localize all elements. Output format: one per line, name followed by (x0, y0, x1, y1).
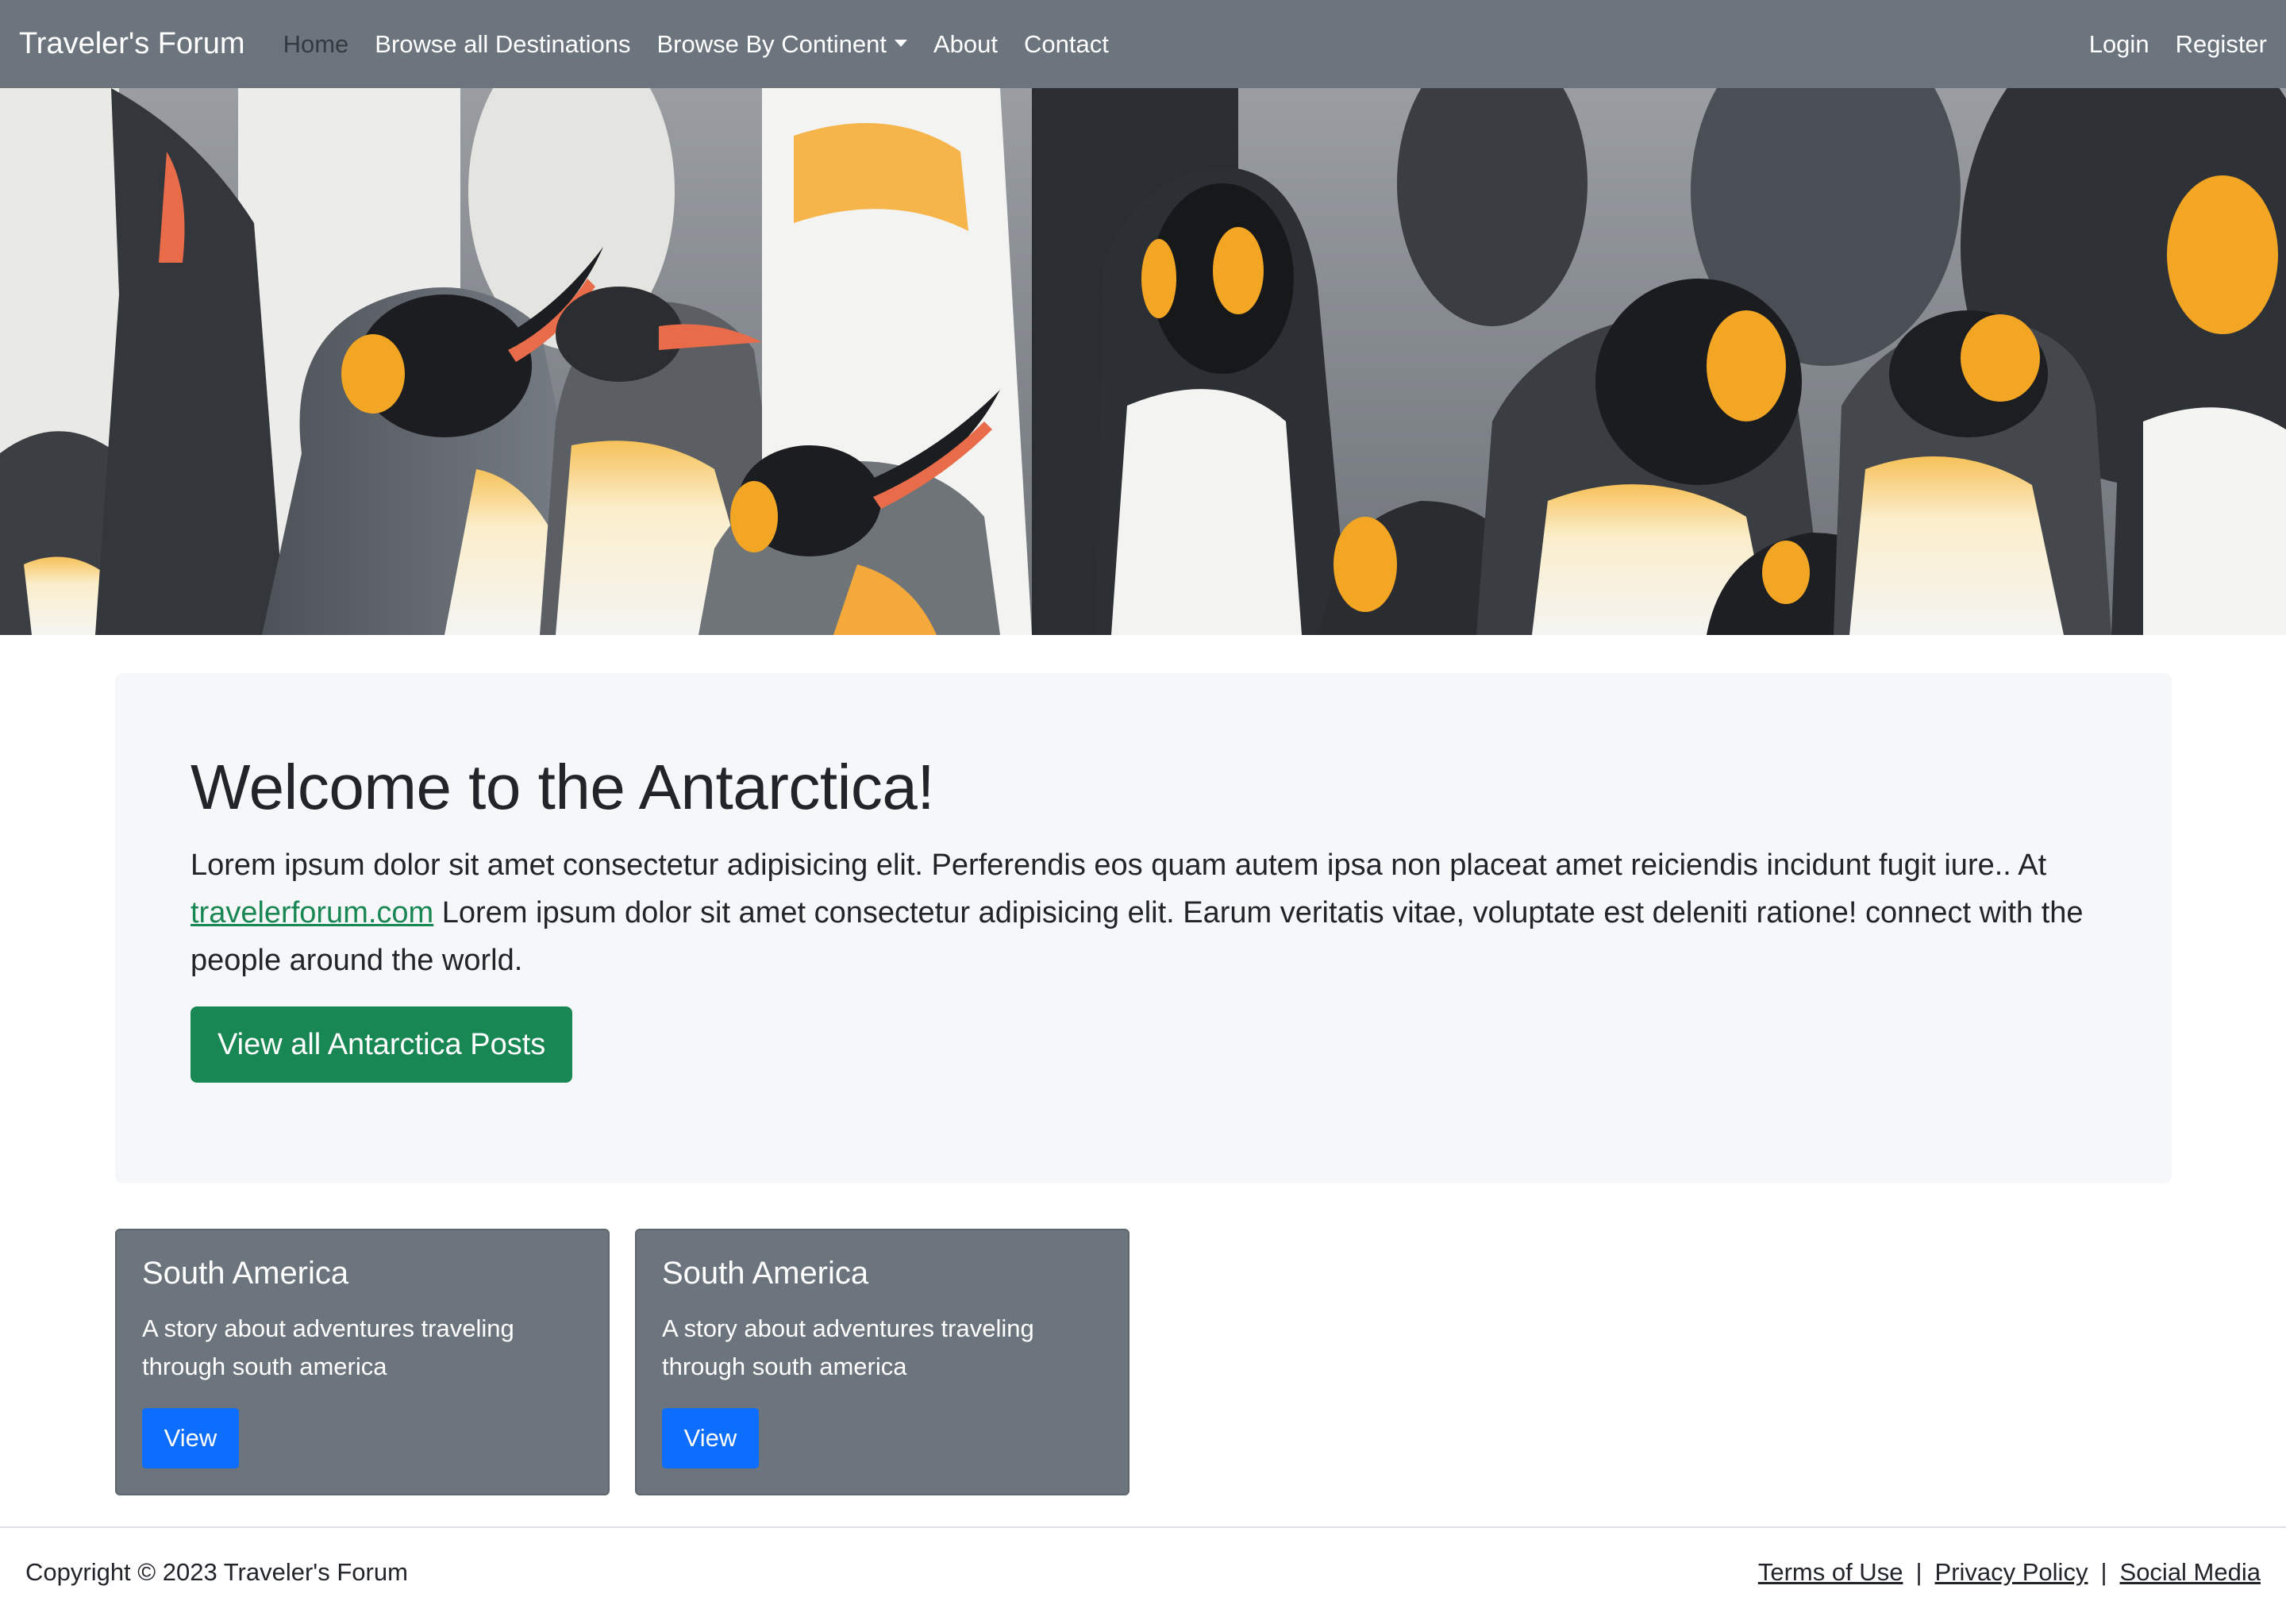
footer-divider (0, 1526, 2286, 1528)
privacy-policy-link[interactable]: Privacy Policy (1935, 1558, 2088, 1587)
footer-separator: | (2100, 1558, 2107, 1586)
card-title: South America (142, 1256, 349, 1291)
login-link[interactable]: Login (2089, 30, 2149, 59)
nav-link-home[interactable]: Home (283, 30, 349, 59)
welcome-text-part2: Lorem ipsum dolor sit amet consectetur a… (190, 896, 2084, 977)
card-title: South America (662, 1256, 869, 1291)
footer-links: Terms of Use | Privacy Policy | Social M… (1758, 1558, 2261, 1587)
social-media-link[interactable]: Social Media (2120, 1558, 2261, 1587)
card-view-button[interactable]: View (662, 1408, 759, 1468)
nav-dropdown-continent-label: Browse By Continent (656, 29, 887, 58)
view-antarctica-posts-button[interactable]: View all Antarctica Posts (190, 1006, 573, 1083)
nav-link-contact[interactable]: Contact (1024, 30, 1109, 59)
copyright-text: Copyright © 2023 Traveler's Forum (25, 1558, 408, 1586)
nav-link-browse-destinations[interactable]: Browse all Destinations (375, 30, 630, 59)
post-card: South America A story about adventures t… (115, 1229, 610, 1495)
footer-separator: | (1915, 1558, 1922, 1586)
terms-of-use-link[interactable]: Terms of Use (1758, 1558, 1903, 1587)
welcome-text: Lorem ipsum dolor sit amet consectetur a… (190, 841, 2111, 984)
register-link[interactable]: Register (2176, 30, 2267, 59)
nav-dropdown-continent[interactable]: Browse By Continent (656, 29, 907, 59)
hero-image-penguins (0, 88, 2286, 635)
card-text: A story about adventures traveling throu… (662, 1314, 1034, 1380)
nav-links: Home Browse all Destinations Browse By C… (283, 30, 1135, 59)
navbar-brand[interactable]: Traveler's Forum (19, 27, 245, 61)
welcome-jumbotron: Welcome to the Antarctica! Lorem ipsum d… (115, 673, 2172, 1183)
caret-down-icon (894, 39, 907, 47)
travelerforum-link[interactable]: travelerforum.com (190, 896, 433, 929)
card-view-button[interactable]: View (142, 1408, 239, 1468)
welcome-text-part1: Lorem ipsum dolor sit amet consectetur a… (190, 849, 2047, 882)
nav-link-about[interactable]: About (933, 30, 998, 59)
card-text: A story about adventures traveling throu… (142, 1314, 514, 1380)
top-navbar: Traveler's Forum Home Browse all Destina… (0, 0, 2286, 88)
welcome-title: Welcome to the Antarctica! (190, 752, 935, 822)
auth-links: Login Register (2063, 30, 2267, 59)
post-card: South America A story about adventures t… (635, 1229, 1130, 1495)
